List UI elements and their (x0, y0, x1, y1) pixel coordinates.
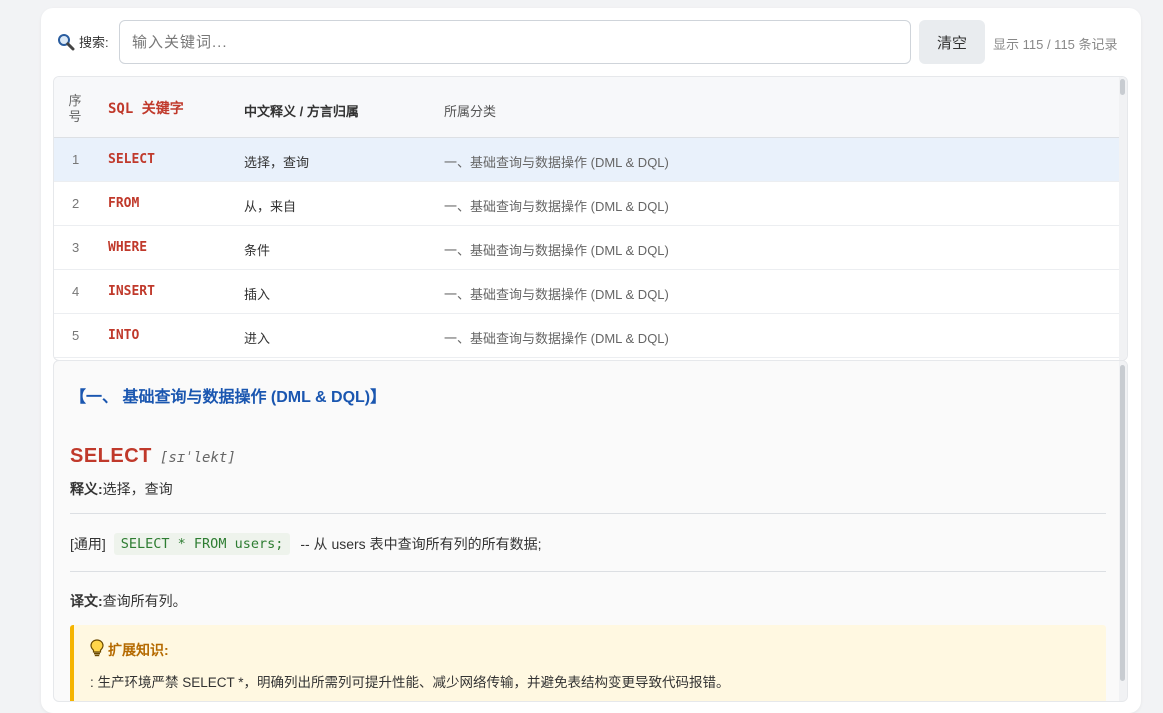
keyword-heading: SELECT [sɪˈlekt] (70, 445, 236, 468)
row-num: 2 (72, 196, 80, 211)
row-category: 一、基础查询与数据操作 (DML & DQL) (444, 199, 669, 214)
row-keyword: INSERT (108, 284, 155, 299)
example-tag: [通用] (70, 536, 106, 552)
row-num: 1 (72, 152, 80, 167)
phonetic: [sɪˈlekt] (159, 450, 236, 466)
row-meaning: 从，来自 (244, 199, 297, 214)
app-card: 搜索: 清空 显示 115 / 115 条记录 序号 SQL 关键字 中文释义 … (41, 8, 1141, 713)
header-meaning[interactable]: 中文释义 / 方言归属 (244, 101, 359, 120)
divider (70, 571, 1106, 572)
lightbulb-icon (90, 639, 104, 660)
search-label-text: 搜索: (79, 35, 109, 50)
row-category: 一、基础查询与数据操作 (DML & DQL) (444, 287, 669, 302)
section-title: 【一、 基础查询与数据操作 (DML & DQL)】 (70, 389, 387, 406)
translation-text: 查询所有列。 (102, 593, 187, 609)
record-count: 显示 115 / 115 条记录 (993, 37, 1118, 52)
row-num: 4 (72, 284, 80, 299)
detail-keyword: SELECT (70, 445, 152, 467)
detail-scrollbar-track[interactable] (1119, 361, 1127, 701)
translation-line: 译文:查询所有列。 (70, 591, 187, 611)
row-keyword: SELECT (108, 152, 155, 167)
translation-label: 译文: (70, 593, 103, 609)
row-meaning: 选择，查询 (244, 155, 310, 170)
table-row[interactable]: 5 INTO 进入 一、基础查询与数据操作 (DML & DQL) (54, 314, 1122, 358)
detail-panel: 【一、 基础查询与数据操作 (DML & DQL)】 SELECT [sɪˈle… (53, 360, 1128, 702)
table-row[interactable]: 2 FROM 从，来自 一、基础查询与数据操作 (DML & DQL) (54, 182, 1122, 226)
header-category[interactable]: 所属分类 (444, 101, 496, 120)
row-meaning: 条件 (244, 243, 271, 258)
keyword-table: 序号 SQL 关键字 中文释义 / 方言归属 所属分类 1 SELECT 选择，… (53, 76, 1128, 361)
magnifier-icon (57, 33, 75, 51)
table-row[interactable]: 1 SELECT 选择，查询 一、基础查询与数据操作 (DML & DQL) (54, 138, 1122, 182)
row-category: 一、基础查询与数据操作 (DML & DQL) (444, 155, 669, 170)
table-scrollbar-track[interactable] (1119, 77, 1127, 360)
row-keyword: INTO (108, 328, 140, 343)
row-meaning: 插入 (244, 287, 271, 302)
example-desc: -- 从 users 表中查询所有列的所有数据; (300, 536, 542, 552)
header-keyword[interactable]: SQL 关键字 (108, 98, 184, 118)
example-code: SELECT * FROM users; (113, 533, 291, 555)
row-keyword: WHERE (108, 240, 148, 255)
row-category: 一、基础查询与数据操作 (DML & DQL) (444, 243, 669, 258)
search-bar: 搜索: 清空 显示 115 / 115 条记录 (41, 8, 1141, 76)
meaning-line: 释义:选择，查询 (70, 479, 173, 499)
tip-box: 扩展知识: : 生产环境严禁 SELECT *，明确列出所需列可提升性能、减少网… (70, 625, 1106, 701)
search-label: 搜索: (57, 32, 109, 51)
tip-text: : 生产环境严禁 SELECT *，明确列出所需列可提升性能、减少网络传输，并避… (90, 675, 730, 690)
detail-scrollbar-thumb[interactable] (1120, 365, 1125, 681)
meaning-text: 选择，查询 (102, 481, 173, 497)
clear-button[interactable]: 清空 (919, 20, 985, 64)
table-header: 序号 SQL 关键字 中文释义 / 方言归属 所属分类 (54, 77, 1122, 138)
table-scrollbar-thumb[interactable] (1120, 79, 1125, 95)
divider (70, 513, 1106, 514)
row-num: 3 (72, 240, 80, 255)
meaning-label: 释义: (70, 481, 103, 497)
search-input[interactable] (119, 20, 911, 64)
header-num[interactable]: 序号 (68, 93, 82, 125)
row-meaning: 进入 (244, 331, 271, 346)
row-num: 5 (72, 328, 80, 343)
tip-title: 扩展知识: (90, 639, 169, 660)
row-category: 一、基础查询与数据操作 (DML & DQL) (444, 331, 669, 346)
row-keyword: FROM (108, 196, 140, 211)
table-body: 1 SELECT 选择，查询 一、基础查询与数据操作 (DML & DQL) 2… (54, 138, 1122, 358)
tip-title-text: 扩展知识: (108, 641, 169, 658)
table-row[interactable]: 4 INSERT 插入 一、基础查询与数据操作 (DML & DQL) (54, 270, 1122, 314)
table-row[interactable]: 3 WHERE 条件 一、基础查询与数据操作 (DML & DQL) (54, 226, 1122, 270)
example-line: [通用] SELECT * FROM users; -- 从 users 表中查… (70, 533, 541, 555)
